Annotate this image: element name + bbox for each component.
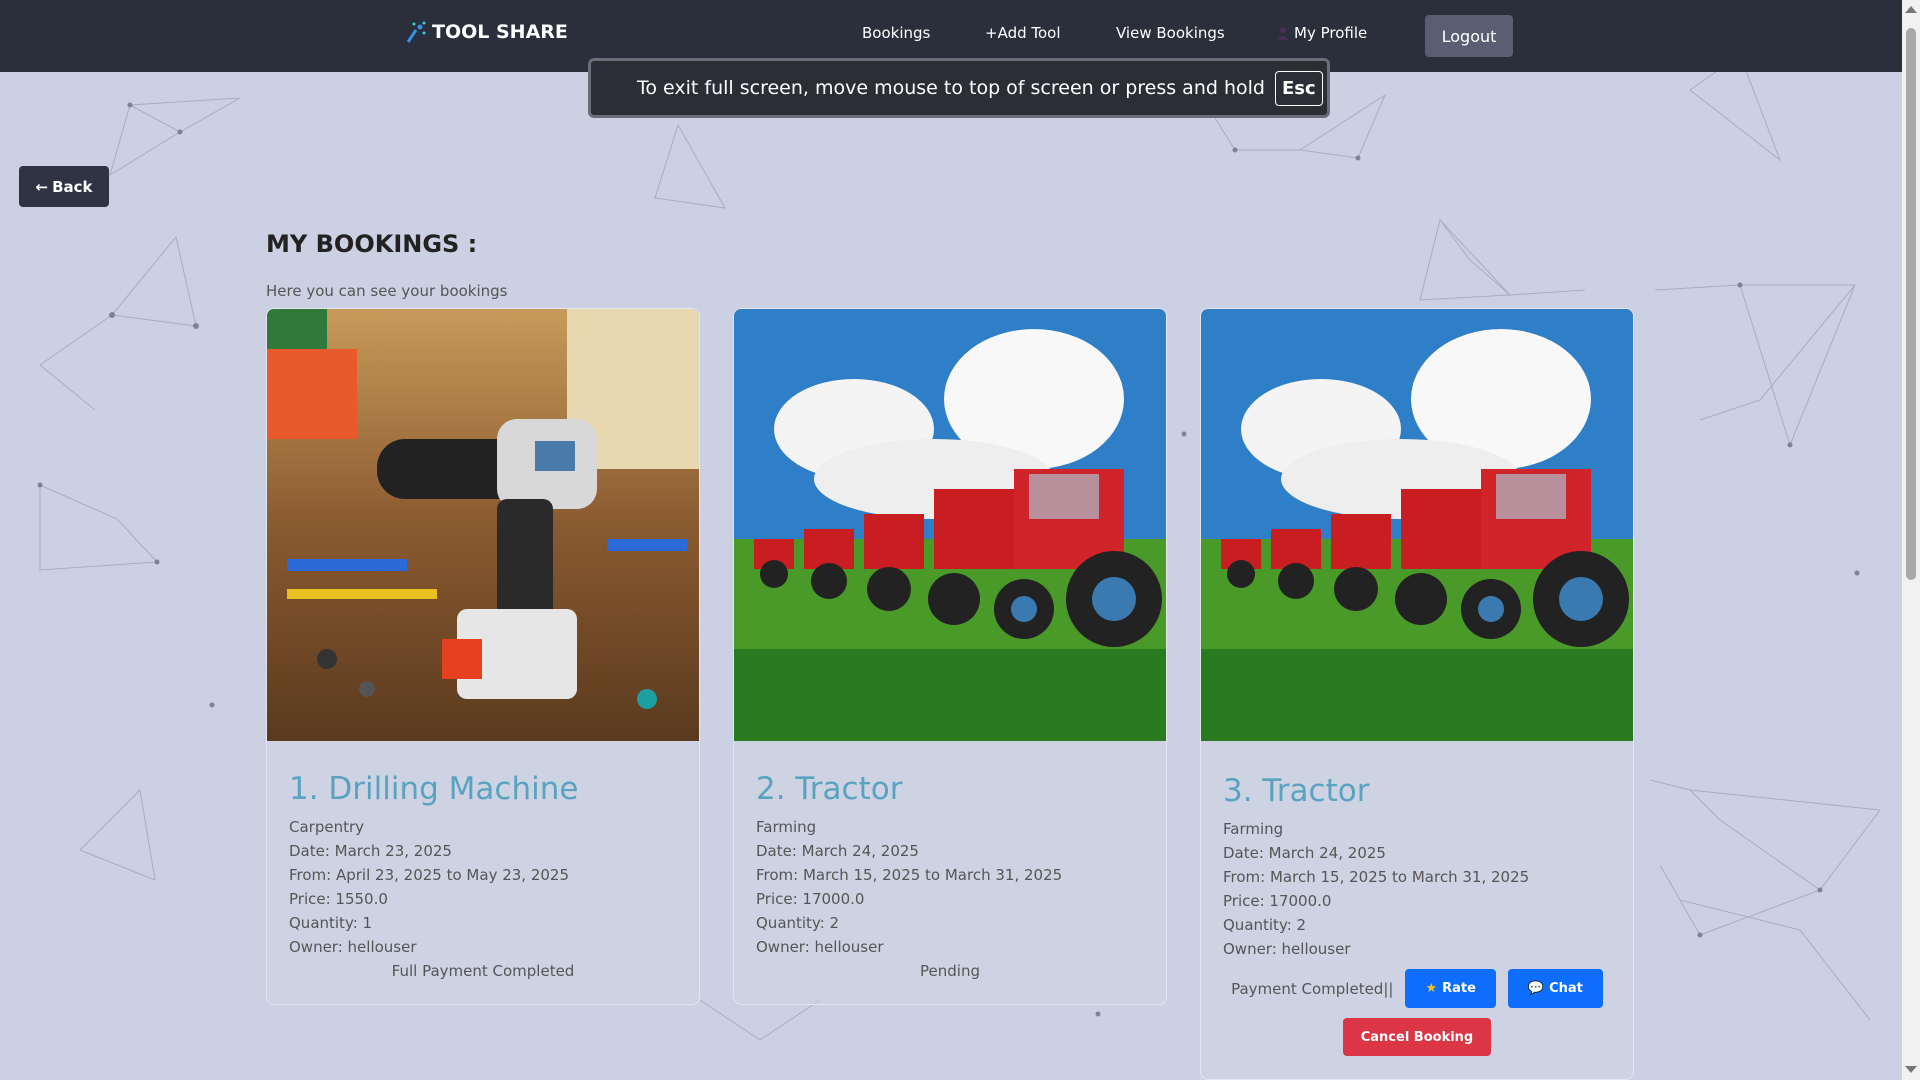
booking-period: From: March 15, 2025 to March 31, 2025 (756, 866, 1063, 884)
booking-date: Date: March 23, 2025 (289, 842, 452, 860)
booking-card: 3. Tractor Farming Date: March 24, 2025 … (1200, 308, 1634, 1080)
booking-category: Carpentry (289, 818, 365, 836)
booking-quantity: Quantity: 1 (289, 914, 373, 932)
booking-date: Date: March 24, 2025 (756, 842, 919, 860)
back-button[interactable]: ← Back (19, 166, 109, 207)
nav-my-profile-label: My Profile (1294, 24, 1368, 42)
rate-button-label: Rate (1442, 981, 1476, 996)
esc-key-hint: Esc (1274, 70, 1323, 106)
logout-button[interactable]: Logout (1425, 15, 1513, 57)
scroll-up-arrow-icon[interactable] (1905, 6, 1917, 13)
brand-logo[interactable]: TOOL SHARE (404, 18, 568, 46)
nav-view-bookings[interactable]: View Bookings (1116, 24, 1225, 42)
booking-title: 1. Drilling Machine (289, 771, 579, 807)
chat-button[interactable]: 💬 Chat (1507, 969, 1603, 1008)
booking-owner: Owner: hellouser (289, 938, 417, 956)
arrow-left-icon: ← (35, 177, 49, 196)
fullscreen-banner-text: To exit full screen, move mouse to top o… (637, 77, 1265, 99)
booking-period: From: April 23, 2025 to May 23, 2025 (289, 866, 570, 884)
booking-date: Date: March 24, 2025 (1223, 844, 1386, 862)
rate-button[interactable]: ★ Rate (1405, 969, 1496, 1008)
sparkle-logo-icon (406, 21, 426, 43)
booking-category: Farming (1223, 820, 1284, 838)
booking-status: Payment Completed|| (1231, 979, 1394, 998)
booking-title: 2. Tractor (756, 771, 903, 807)
nav-my-profile[interactable]: My Profile (1278, 24, 1367, 42)
booking-category: Farming (756, 818, 817, 836)
back-button-label: Back (52, 177, 93, 196)
scrollbar-thumb[interactable] (1906, 28, 1916, 580)
booking-owner: Owner: hellouser (1223, 940, 1351, 958)
red-tractors-field-image (1201, 309, 1633, 741)
booking-actions: Payment Completed|| ★ Rate 💬 Chat (1223, 969, 1611, 1008)
booking-quantity: Quantity: 2 (756, 914, 840, 932)
booking-card: 2. Tractor Farming Date: March 24, 2025 … (733, 308, 1167, 1005)
brand-name: TOOL SHARE (432, 21, 568, 43)
booking-price: Price: 17000.0 (1223, 892, 1332, 910)
booking-price: Price: 17000.0 (756, 890, 865, 908)
chat-bubble-icon: 💬 (1527, 981, 1545, 996)
chat-button-label: Chat (1549, 981, 1583, 996)
page-title: MY BOOKINGS : (266, 230, 478, 258)
booking-price: Price: 1550.0 (289, 890, 388, 908)
fullscreen-exit-banner: To exit full screen, move mouse to top o… (588, 58, 1330, 118)
booking-title: 3. Tractor (1223, 773, 1370, 809)
scroll-down-arrow-icon[interactable] (1905, 1066, 1917, 1073)
nav-bookings[interactable]: Bookings (862, 24, 930, 42)
booking-quantity: Quantity: 2 (1223, 916, 1307, 934)
booking-status: Pending (920, 962, 980, 980)
nav-add-tool[interactable]: +Add Tool (985, 24, 1061, 42)
page-subtitle: Here you can see your bookings (266, 282, 508, 300)
booking-owner: Owner: hellouser (756, 938, 884, 956)
cordless-drill-workbench-image (267, 309, 699, 741)
star-icon: ★ (1425, 981, 1438, 996)
booking-period: From: March 15, 2025 to March 31, 2025 (1223, 868, 1530, 886)
booking-status: Full Payment Completed (391, 962, 575, 980)
red-tractors-field-image (734, 309, 1166, 741)
booking-card: 1. Drilling Machine Carpentry Date: Marc… (266, 308, 700, 1005)
user-icon (1278, 27, 1288, 40)
cancel-booking-button[interactable]: Cancel Booking (1342, 1018, 1492, 1056)
